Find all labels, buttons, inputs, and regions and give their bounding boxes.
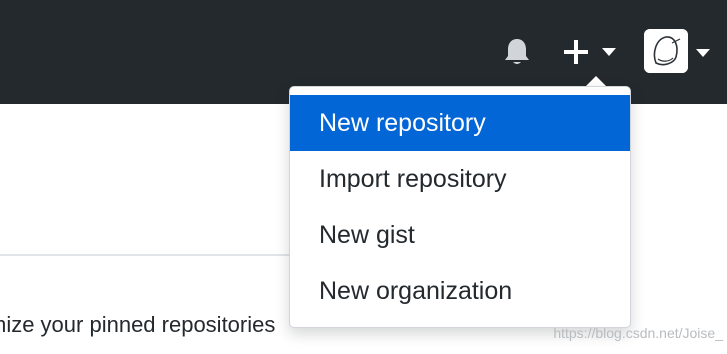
divider <box>0 254 300 256</box>
bell-icon <box>505 39 529 64</box>
watermark-text: https://blog.csdn.net/Joise_ <box>553 325 723 341</box>
menu-item-new-organization[interactable]: New organization <box>290 263 630 319</box>
create-new-dropdown-menu: New repository Import repository New gis… <box>289 86 631 328</box>
notifications-button[interactable] <box>500 35 534 69</box>
menu-item-new-repository[interactable]: New repository <box>290 95 630 151</box>
menu-item-import-repository[interactable]: Import repository <box>290 151 630 207</box>
caret-down-icon <box>602 48 616 56</box>
pinned-repos-text: mize your pinned repositories <box>0 312 276 337</box>
menu-item-new-gist[interactable]: New gist <box>290 207 630 263</box>
caret-down-icon <box>696 49 710 57</box>
avatar <box>644 29 688 73</box>
plus-icon <box>564 40 588 64</box>
user-menu-button[interactable] <box>644 29 712 75</box>
create-new-button[interactable] <box>561 34 619 70</box>
